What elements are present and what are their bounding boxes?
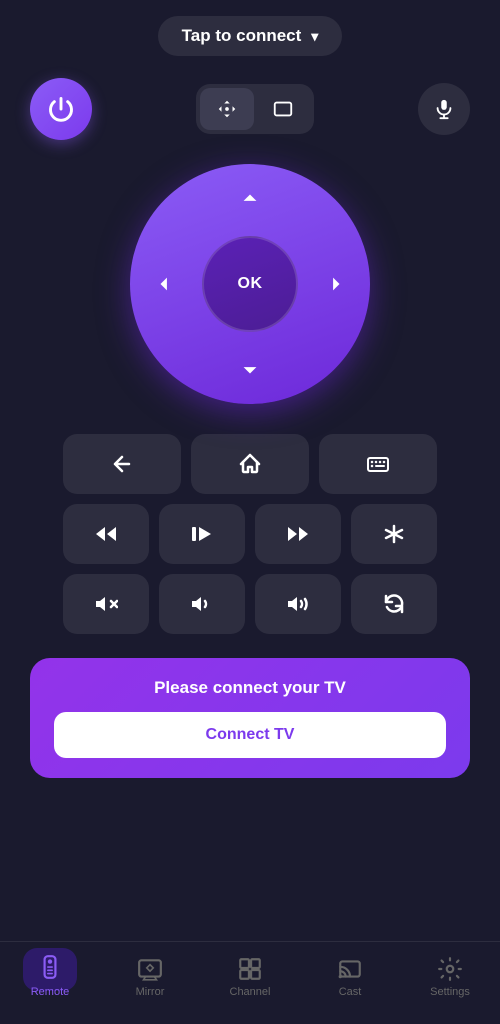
connect-tv-banner: Please connect your TV Connect TV	[30, 658, 470, 778]
play-pause-button[interactable]	[159, 504, 245, 564]
settings-icon	[437, 956, 463, 982]
play-pause-icon	[190, 522, 214, 546]
mute-icon	[94, 592, 118, 616]
cast-nav-label: Cast	[339, 986, 362, 998]
arrow-up-icon	[239, 189, 261, 211]
channel-nav-icon	[237, 956, 263, 982]
volume-down-button[interactable]	[159, 574, 245, 634]
mirror-icon	[137, 956, 163, 982]
remote-icon-bg	[23, 948, 77, 991]
move-mode-button[interactable]	[200, 88, 254, 130]
connect-tv-button[interactable]: Connect TV	[54, 712, 446, 758]
channel-icon	[237, 956, 263, 982]
mute-button[interactable]	[63, 574, 149, 634]
mic-button[interactable]	[418, 83, 470, 135]
connect-label: Tap to connect	[182, 26, 302, 46]
dpad-outer: OK	[130, 164, 370, 404]
dpad-ok-label: OK	[238, 275, 263, 293]
nav-item-mirror[interactable]: Mirror	[100, 952, 200, 1002]
nav-item-remote[interactable]: Remote	[0, 952, 100, 1002]
dpad-right-button[interactable]	[314, 264, 354, 304]
remote-body: OK	[0, 68, 500, 941]
dpad-container: OK	[130, 164, 370, 404]
channel-nav-label: Channel	[230, 986, 271, 998]
dpad-down-button[interactable]	[230, 348, 270, 388]
refresh-icon	[382, 592, 406, 616]
screen-mode-button[interactable]	[256, 88, 310, 130]
arrow-right-icon	[323, 273, 345, 295]
keyboard-button[interactable]	[319, 434, 437, 494]
mic-icon	[433, 98, 455, 120]
dpad-left-button[interactable]	[146, 264, 186, 304]
arrow-down-icon	[239, 357, 261, 379]
home-icon	[238, 452, 262, 476]
cast-icon	[337, 956, 363, 982]
top-controls	[30, 78, 470, 140]
power-button[interactable]	[30, 78, 92, 140]
button-row-1	[30, 434, 470, 494]
remote-nav-label: Remote	[31, 986, 70, 998]
keyboard-icon	[366, 452, 390, 476]
rewind-icon	[94, 522, 118, 546]
fast-forward-button[interactable]	[255, 504, 341, 564]
display-mode-controls	[196, 84, 314, 134]
chevron-down-icon: ▾	[311, 28, 318, 45]
screen-icon	[272, 98, 294, 120]
dpad-up-button[interactable]	[230, 180, 270, 220]
mirror-nav-icon	[137, 956, 163, 982]
home-button[interactable]	[191, 434, 309, 494]
remote-nav-icon-wrap	[37, 956, 63, 982]
move-icon	[216, 98, 238, 120]
volume-up-button[interactable]	[255, 574, 341, 634]
fast-forward-icon	[286, 522, 310, 546]
arrow-left-icon	[155, 273, 177, 295]
rewind-button[interactable]	[63, 504, 149, 564]
volume-up-icon	[286, 592, 310, 616]
connect-pill[interactable]: Tap to connect ▾	[158, 16, 343, 56]
nav-item-cast[interactable]: Cast	[300, 952, 400, 1002]
refresh-button[interactable]	[351, 574, 437, 634]
connect-bar: Tap to connect ▾	[0, 0, 500, 68]
dpad-ok-button[interactable]: OK	[202, 236, 298, 332]
back-icon	[110, 452, 134, 476]
options-button[interactable]	[351, 504, 437, 564]
mirror-nav-label: Mirror	[136, 986, 165, 998]
nav-item-channel[interactable]: Channel	[200, 952, 300, 1002]
power-icon	[47, 95, 75, 123]
back-button[interactable]	[63, 434, 181, 494]
button-row-2	[30, 504, 470, 564]
button-row-3	[30, 574, 470, 634]
settings-nav-label: Settings	[430, 986, 470, 998]
banner-title: Please connect your TV	[54, 678, 446, 698]
nav-item-settings[interactable]: Settings	[400, 952, 500, 1002]
volume-down-icon	[190, 592, 214, 616]
remote-icon	[37, 954, 63, 980]
asterisk-icon	[382, 522, 406, 546]
bottom-nav: Remote Mirror Channel	[0, 941, 500, 1024]
button-grid	[30, 434, 470, 634]
cast-nav-icon	[337, 956, 363, 982]
settings-nav-icon	[437, 956, 463, 982]
